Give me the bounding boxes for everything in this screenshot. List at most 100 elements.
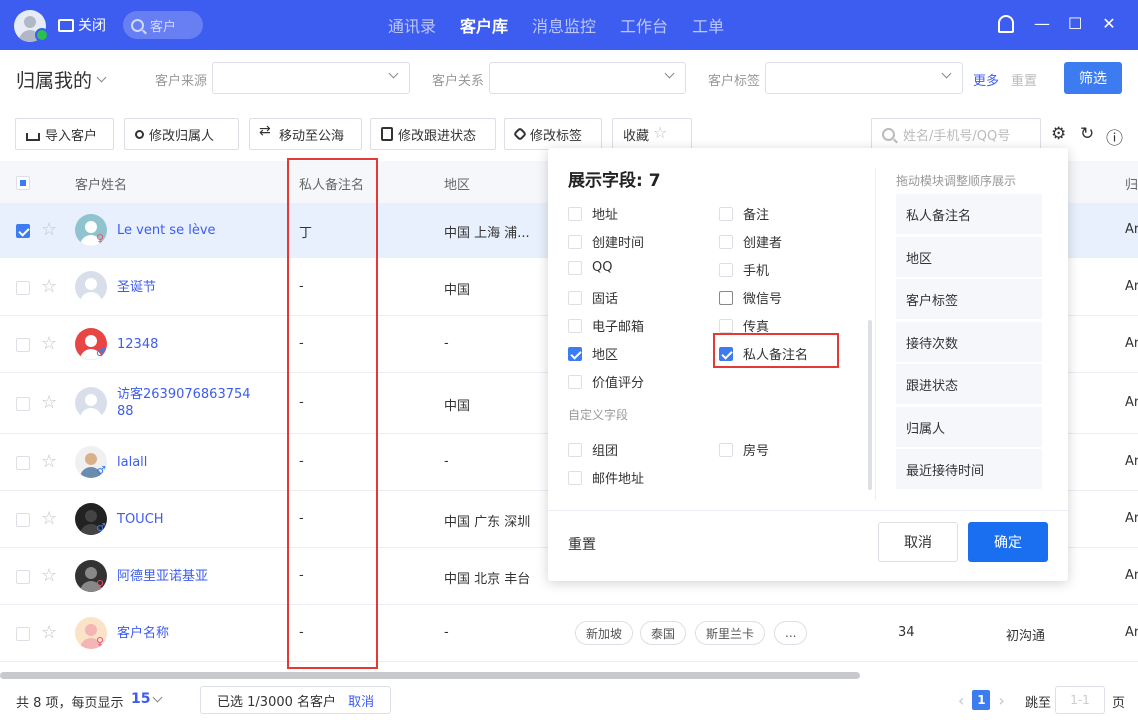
field-checkbox[interactable]: [719, 234, 733, 249]
row-checkbox[interactable]: [16, 627, 30, 641]
move-to-public-button[interactable]: 移动至公海: [249, 118, 362, 150]
field-checkbox[interactable]: [568, 442, 582, 457]
close-button[interactable]: 关闭: [58, 15, 106, 35]
next-page-icon[interactable]: ›: [998, 691, 1004, 710]
field-option-creator[interactable]: 创建者: [719, 232, 782, 251]
change-tag-button[interactable]: 修改标签: [504, 118, 602, 150]
field-checkbox[interactable]: [568, 234, 582, 249]
minimize-icon[interactable]: —: [1034, 14, 1050, 33]
table-row[interactable]: ☆ ♀ 客户名称 - - 新加坡 泰国 斯里兰卡 ... 34 初沟通 Ar: [0, 605, 1138, 662]
star-icon[interactable]: ☆: [41, 508, 57, 529]
import-customers-button[interactable]: 导入客户: [15, 118, 114, 150]
order-item[interactable]: 接待次数: [896, 322, 1042, 362]
field-option-created-time[interactable]: 创建时间: [568, 232, 644, 251]
change-owner-button[interactable]: 修改归属人: [124, 118, 239, 150]
star-icon[interactable]: ☆: [41, 622, 57, 643]
field-checkbox[interactable]: [568, 318, 582, 333]
field-checkbox[interactable]: [568, 374, 582, 389]
field-checkbox[interactable]: [719, 262, 733, 277]
customer-name-link[interactable]: 客户名称: [117, 625, 169, 642]
row-checkbox[interactable]: [16, 570, 30, 584]
row-checkbox[interactable]: [16, 224, 30, 238]
row-checkbox[interactable]: [16, 513, 30, 527]
field-option-mail-address[interactable]: 邮件地址: [568, 468, 644, 487]
field-checkbox[interactable]: [568, 206, 582, 221]
nav-contacts[interactable]: 通讯录: [388, 13, 436, 37]
star-icon[interactable]: ☆: [41, 565, 57, 586]
customer-name-link[interactable]: Le vent se lève: [117, 222, 216, 239]
field-option-remark[interactable]: 备注: [719, 204, 769, 223]
field-option-wechat[interactable]: 微信号: [719, 288, 782, 307]
star-icon[interactable]: ☆: [41, 451, 57, 472]
relation-select[interactable]: [489, 62, 686, 94]
row-checkbox[interactable]: [16, 456, 30, 470]
customer-name-link[interactable]: TOUCH: [117, 511, 164, 528]
owner-scope-dropdown[interactable]: 归属我的: [16, 66, 107, 93]
field-checkbox[interactable]: [568, 470, 582, 485]
star-icon[interactable]: ☆: [41, 392, 57, 413]
order-item[interactable]: 客户标签: [896, 279, 1042, 319]
nav-message-monitor[interactable]: 消息监控: [532, 13, 596, 37]
nav-tickets[interactable]: 工单: [692, 13, 724, 37]
window-close-icon[interactable]: ✕: [1102, 14, 1116, 33]
field-checkbox[interactable]: [568, 346, 582, 361]
popup-cancel-button[interactable]: 取消: [878, 522, 958, 562]
field-option-email[interactable]: 电子邮箱: [568, 316, 644, 335]
field-option-private-note[interactable]: 私人备注名: [719, 344, 808, 363]
customer-search-input[interactable]: 姓名/手机号/QQ号: [871, 118, 1041, 150]
field-option-region[interactable]: 地区: [568, 344, 618, 363]
order-item[interactable]: 最近接待时间: [896, 449, 1042, 489]
maximize-icon[interactable]: ☐: [1068, 14, 1082, 33]
field-option-group[interactable]: 组团: [568, 440, 618, 459]
field-checkbox[interactable]: [568, 260, 582, 275]
customer-name-link[interactable]: 访客2639076863754 88: [117, 386, 251, 420]
field-checkbox[interactable]: [568, 290, 582, 305]
prev-page-icon[interactable]: ‹: [958, 691, 964, 710]
field-option-qq[interactable]: QQ: [568, 260, 612, 275]
field-checkbox[interactable]: [719, 346, 733, 361]
page-size-select[interactable]: 15: [131, 691, 163, 707]
row-checkbox[interactable]: [16, 397, 30, 411]
field-checkbox[interactable]: [719, 206, 733, 221]
horizontal-scrollbar[interactable]: [0, 672, 860, 679]
cancel-selection-link[interactable]: 取消: [348, 691, 374, 710]
order-item[interactable]: 归属人: [896, 407, 1042, 447]
row-checkbox[interactable]: [16, 338, 30, 352]
popup-confirm-button[interactable]: 确定: [968, 522, 1048, 562]
field-option-fax[interactable]: 传真: [719, 316, 769, 335]
order-item[interactable]: 地区: [896, 237, 1042, 277]
star-icon[interactable]: ☆: [41, 333, 57, 354]
source-select[interactable]: [212, 62, 410, 94]
field-checkbox[interactable]: [719, 318, 733, 333]
jump-page-input[interactable]: 1-1: [1055, 686, 1105, 714]
change-status-button[interactable]: 修改跟进状态: [370, 118, 496, 150]
customer-name-link[interactable]: 阿德里亚诺基亚: [117, 568, 208, 585]
row-checkbox[interactable]: [16, 281, 30, 295]
more-filters-link[interactable]: 更多: [973, 70, 999, 89]
field-checkbox[interactable]: [719, 442, 733, 457]
star-icon[interactable]: ☆: [41, 219, 57, 240]
info-icon[interactable]: ⓘ: [1106, 124, 1123, 149]
field-option-landline[interactable]: 固话: [568, 288, 618, 307]
more-tags-button[interactable]: ...: [774, 621, 808, 645]
customer-name-link[interactable]: lalall: [117, 454, 147, 471]
gear-icon[interactable]: ⚙: [1051, 124, 1066, 144]
customer-name-link[interactable]: 圣诞节: [117, 279, 156, 296]
field-option-mobile[interactable]: 手机: [719, 260, 769, 279]
popup-reset-button[interactable]: 重置: [568, 534, 596, 554]
current-page-button[interactable]: 1: [972, 690, 991, 710]
field-option-value-score[interactable]: 价值评分: [568, 372, 644, 391]
star-icon[interactable]: ☆: [41, 276, 57, 297]
select-all-checkbox[interactable]: [16, 176, 30, 190]
customer-name-link[interactable]: 12348: [117, 336, 158, 353]
order-item[interactable]: 跟进状态: [896, 364, 1042, 404]
tag-select[interactable]: [765, 62, 963, 94]
field-checkbox[interactable]: [719, 290, 733, 305]
order-item[interactable]: 私人备注名: [896, 194, 1042, 234]
nav-customer-library[interactable]: 客户库: [460, 13, 508, 37]
bell-icon[interactable]: [998, 14, 1014, 33]
field-option-room-number[interactable]: 房号: [719, 440, 769, 459]
refresh-icon[interactable]: ↻: [1080, 124, 1094, 144]
top-search-input[interactable]: 客户: [123, 11, 203, 39]
favorite-button[interactable]: 收藏: [612, 118, 692, 150]
